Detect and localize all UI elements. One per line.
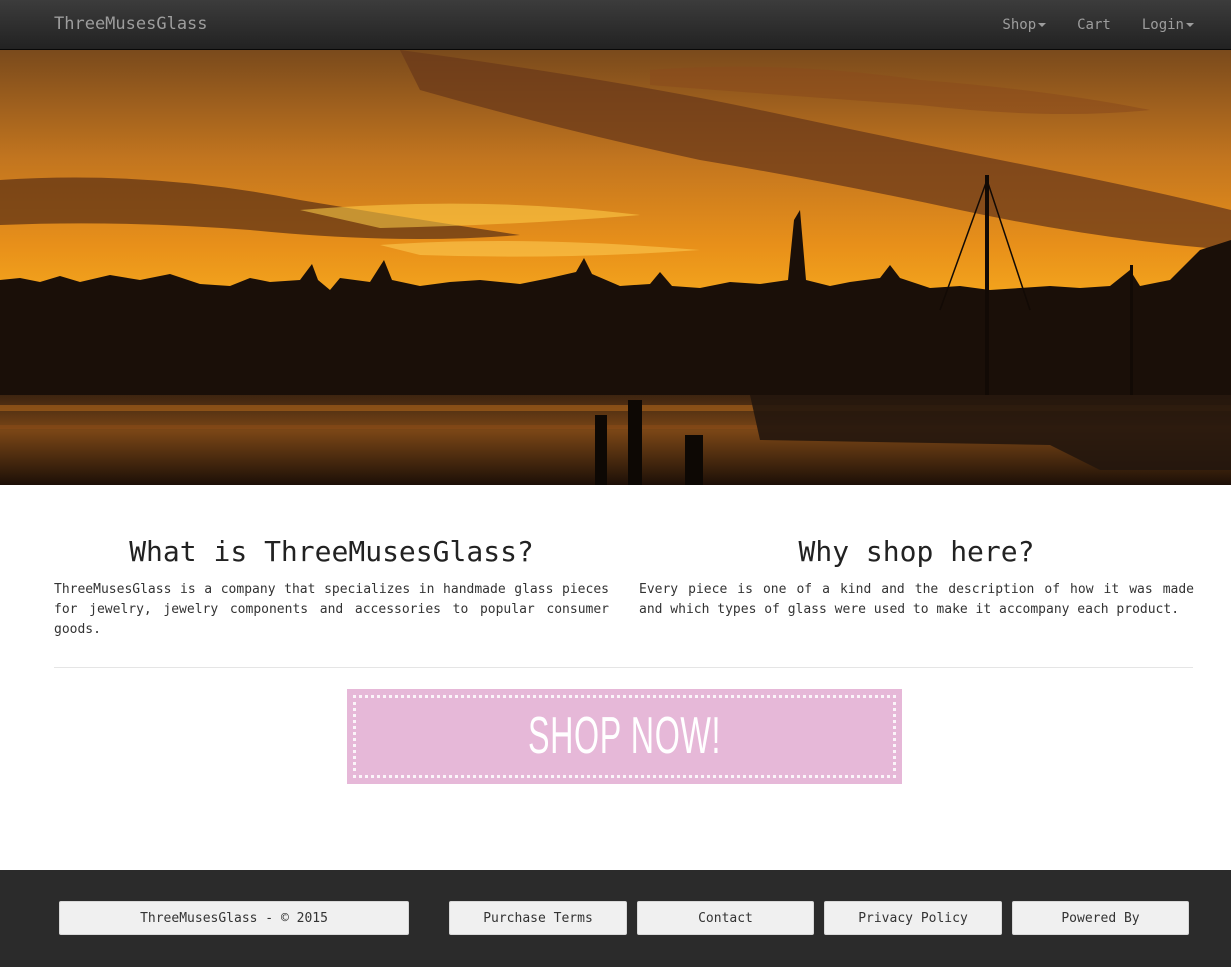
about-text: ThreeMusesGlass is a company that specia…: [54, 582, 609, 637]
footer: ThreeMusesGlass - © 2015 Purchase Terms …: [0, 870, 1231, 967]
footer-purchase-terms-button[interactable]: Purchase Terms: [449, 901, 627, 935]
chevron-down-icon: [1038, 23, 1047, 27]
hero-image: [0, 50, 1231, 485]
about-heading: What is ThreeMusesGlass?: [129, 535, 534, 568]
footer-privacy-policy-button[interactable]: Privacy Policy: [824, 901, 1002, 935]
nav-shop-dropdown[interactable]: Shop: [1002, 17, 1047, 33]
why-text: Every piece is one of a kind and the des…: [639, 582, 1194, 617]
brand-logo-link[interactable]: ThreeMusesGlass: [54, 14, 208, 34]
footer-contact-button[interactable]: Contact: [637, 901, 814, 935]
top-navbar: ThreeMusesGlass Shop Cart Login: [0, 0, 1231, 50]
footer-powered-by-button[interactable]: Powered By: [1012, 901, 1189, 935]
nav-shop-label: Shop: [1002, 17, 1037, 33]
divider: [54, 667, 1193, 668]
shop-now-banner-button[interactable]: SHOP NOW!: [347, 689, 902, 784]
why-heading: Why shop here?: [798, 535, 1035, 568]
nav-login-dropdown[interactable]: Login: [1142, 17, 1194, 33]
nav-login-label: Login: [1141, 17, 1184, 33]
nav-cart-label: Cart: [1077, 17, 1111, 33]
nav-menu: Shop Cart Login: [971, 0, 1194, 50]
shop-now-label: SHOP NOW!: [527, 707, 722, 765]
footer-copyright-button[interactable]: ThreeMusesGlass - © 2015: [59, 901, 409, 935]
chevron-down-icon: [1186, 23, 1194, 27]
info-column-about: What is ThreeMusesGlass? ThreeMusesGlass…: [54, 536, 609, 640]
info-column-why: Why shop here? Every piece is one of a k…: [639, 536, 1194, 620]
nav-cart-link[interactable]: Cart: [1077, 17, 1111, 33]
